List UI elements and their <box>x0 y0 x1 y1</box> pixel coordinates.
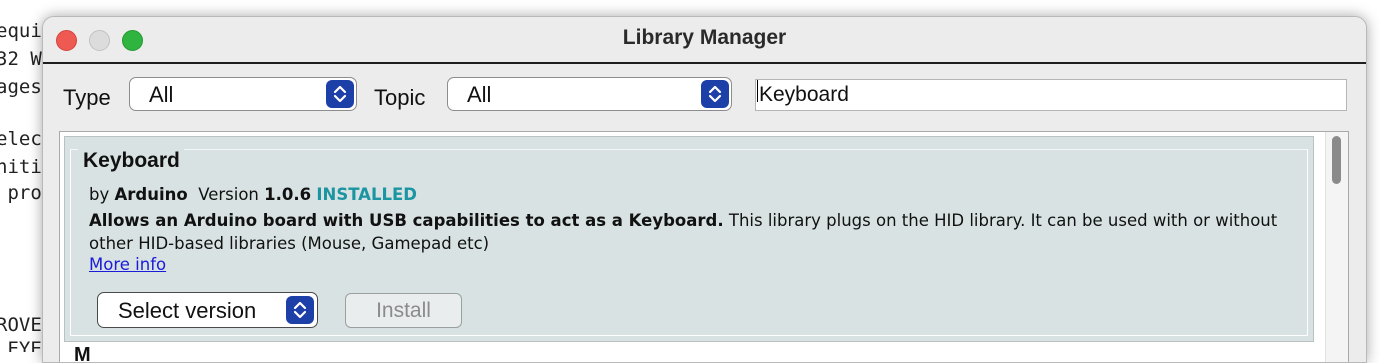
editor-line: ROVE <box>0 314 42 336</box>
editor-line: elec <box>0 128 42 150</box>
editor-line: ages <box>0 76 42 98</box>
search-input[interactable]: Keyboard <box>755 79 1347 111</box>
version-label: Version <box>198 185 259 204</box>
list-item[interactable]: Keyboard by Arduino Version 1.0.6 INSTAL… <box>64 136 1314 342</box>
window-title: Library Manager <box>622 26 787 49</box>
type-dropdown[interactable]: All <box>129 77 357 111</box>
search-input-value: Keyboard <box>759 83 849 106</box>
editor-line: 32 W <box>0 48 42 70</box>
library-list[interactable]: Keyboard by Arduino Version 1.0.6 INSTAL… <box>59 131 1349 363</box>
library-meta: by Arduino Version 1.0.6 INSTALLED <box>89 185 417 204</box>
library-sentence: Allows an Arduino board with USB capabil… <box>89 211 724 230</box>
by-prefix: by <box>89 185 110 204</box>
more-info-link[interactable]: More info <box>89 255 166 274</box>
editor-line: niti <box>0 156 42 178</box>
chevron-updown-icon <box>326 80 354 108</box>
library-card: Keyboard by Arduino Version 1.0.6 INSTAL… <box>70 149 1308 336</box>
filter-bar: Type All Topic All Keyboard <box>43 75 1366 115</box>
editor-line: EYE <box>0 338 42 352</box>
install-button[interactable]: Install <box>345 293 462 328</box>
vertical-scrollbar[interactable] <box>1325 132 1348 362</box>
next-library-name: M <box>74 344 91 363</box>
topic-dropdown[interactable]: All <box>447 77 732 111</box>
library-author: Arduino <box>114 185 188 204</box>
editor-line: equi <box>0 20 42 42</box>
select-version-label: Select version <box>118 298 257 323</box>
library-manager-window: Library Manager Type All Topic All Keybo… <box>42 16 1367 363</box>
chevron-updown-icon <box>701 80 729 108</box>
text-caret <box>757 80 758 102</box>
topic-label: Topic <box>374 85 426 110</box>
type-dropdown-value: All <box>149 82 174 107</box>
chevron-updown-icon <box>286 296 314 324</box>
library-name: Keyboard <box>78 149 184 173</box>
topic-dropdown-value: All <box>467 82 492 107</box>
title-bar[interactable]: Library Manager <box>43 17 1366 64</box>
select-version-dropdown[interactable]: Select version <box>97 292 318 328</box>
library-description: Allows an Arduino board with USB capabil… <box>89 209 1299 255</box>
scrollbar-thumb[interactable] <box>1332 136 1341 184</box>
type-label: Type <box>63 85 111 110</box>
editor-line: pro <box>0 182 42 204</box>
installed-status: INSTALLED <box>316 185 417 204</box>
library-version: 1.0.6 <box>264 185 312 204</box>
